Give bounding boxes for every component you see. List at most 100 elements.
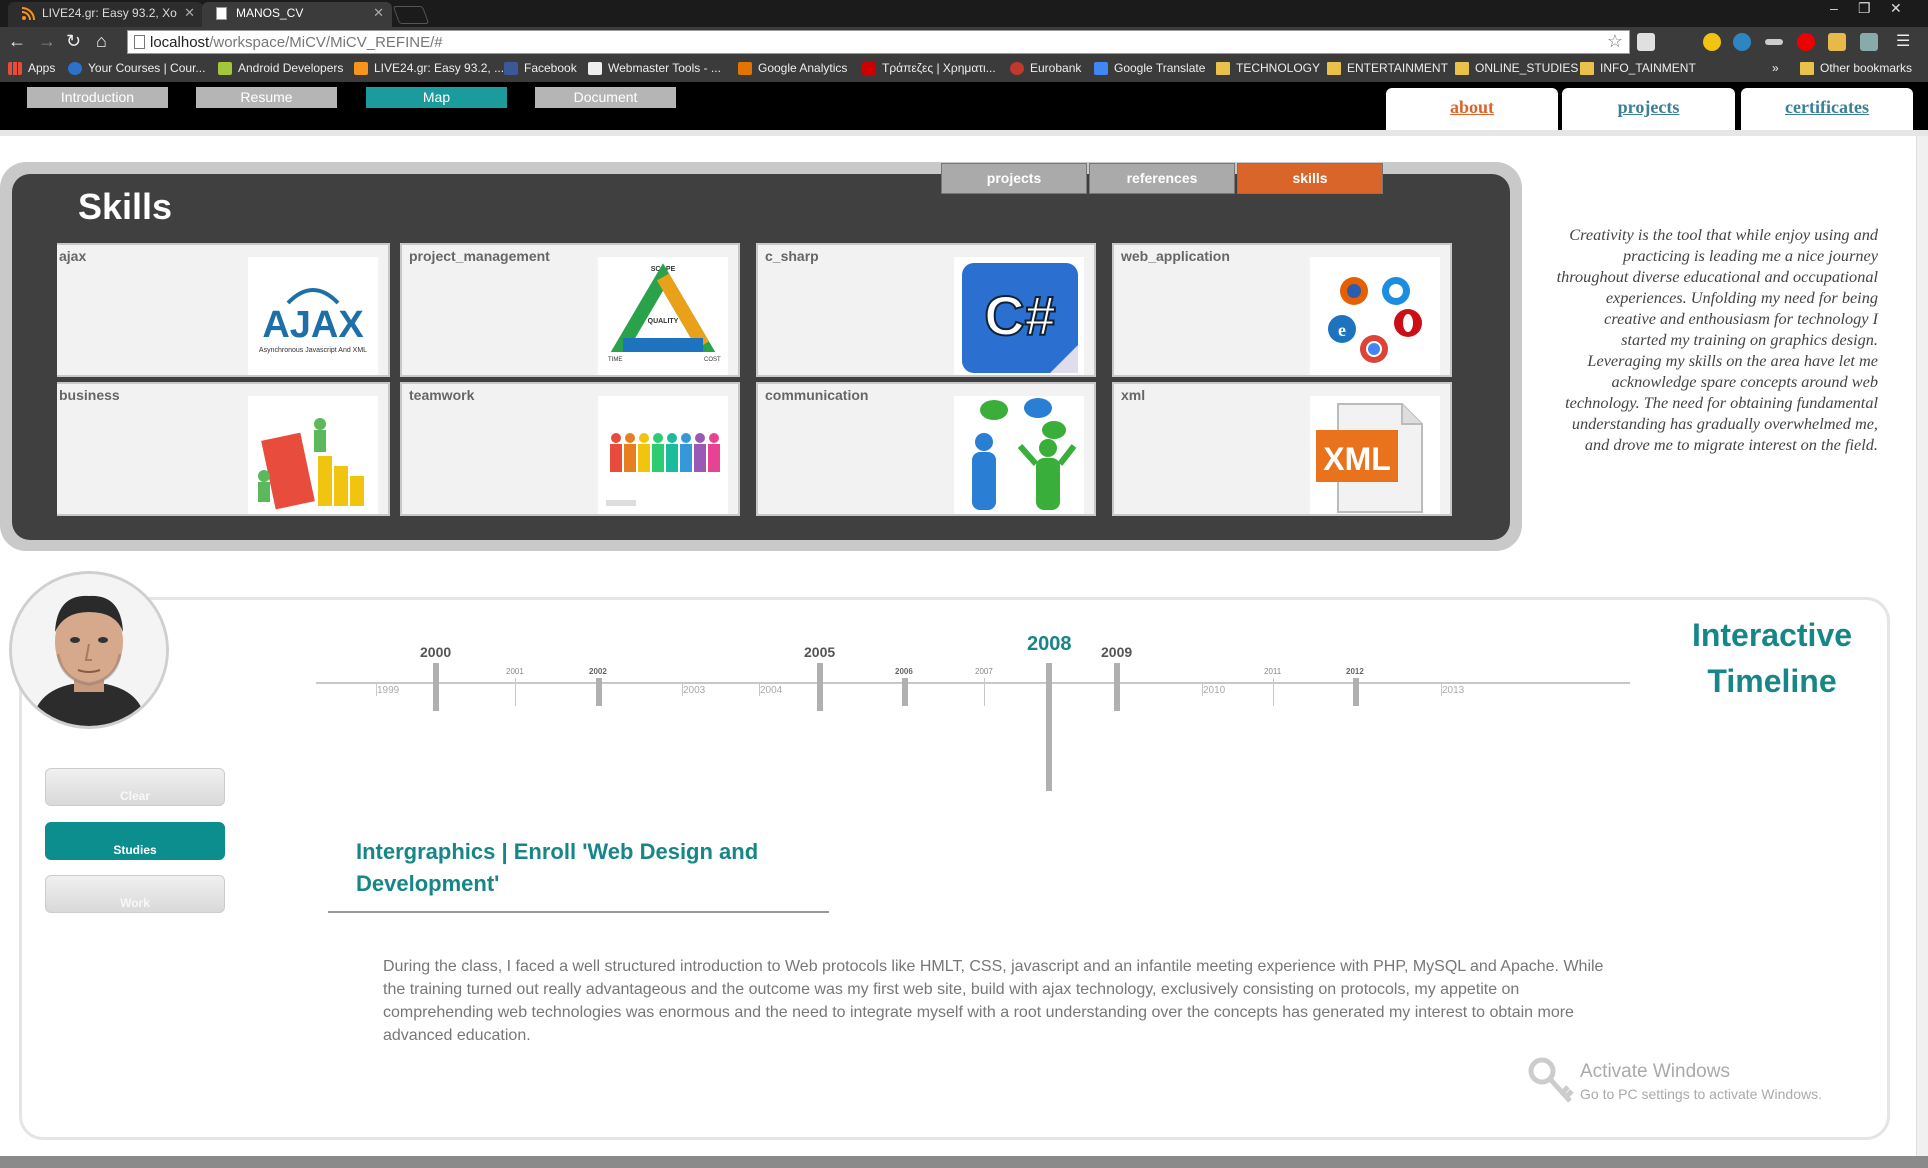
timeline-mark	[817, 663, 823, 711]
tab-references[interactable]: references	[1089, 163, 1235, 194]
timeline-mark	[433, 663, 439, 711]
nav-about[interactable]: about	[1386, 88, 1558, 130]
menu-icon[interactable]: ☰	[1896, 31, 1910, 51]
svg-text:AJAX: AJAX	[262, 304, 364, 346]
timeline-mark	[596, 678, 602, 706]
timeline-year-label: 2009	[1101, 644, 1133, 660]
skill-label: xml	[1121, 387, 1146, 403]
tab-projects[interactable]: projects	[941, 163, 1087, 194]
event-description: During the class, I faced a well structu…	[383, 958, 1604, 1044]
timeline-year-label: 2010	[1203, 685, 1226, 696]
studies-button[interactable]: Studies	[45, 822, 225, 860]
bookmark-facebook[interactable]: Facebook	[504, 61, 577, 75]
nav-map[interactable]: Map	[366, 87, 507, 108]
forward-icon[interactable]: →	[38, 31, 56, 52]
timeline-year-label: 2001	[506, 667, 524, 676]
bookmark-android[interactable]: Android Developers	[218, 61, 343, 75]
bookmark-folder-other[interactable]: Other bookmarks	[1800, 61, 1912, 75]
skill-card-web-application[interactable]: web_application e	[1112, 243, 1452, 377]
skills-title: Skills	[78, 186, 173, 227]
reload-icon[interactable]: ↻	[66, 31, 81, 52]
browser-tab-label: LIVE24.gr: Easy 93.2, Xo	[42, 6, 177, 20]
skill-label: communication	[765, 387, 869, 403]
bookmark-eurobank[interactable]: Eurobank	[1010, 61, 1081, 75]
bookmark-translate[interactable]: Google Translate	[1094, 61, 1205, 75]
close-tab-icon[interactable]: ✕	[373, 5, 384, 21]
svg-text:C#: C#	[984, 284, 1056, 347]
bookmark-analytics[interactable]: Google Analytics	[738, 61, 847, 75]
xml-file-icon: XML	[1310, 396, 1440, 514]
profile-avatar	[9, 571, 169, 729]
ajax-logo-icon: AJAX Asynchronous Javascript And XML	[248, 257, 378, 375]
timeline-title: Interactive Timeline	[1691, 617, 1853, 699]
screen: LIVE24.gr: Easy 93.2, Xo ✕ MANOS_CV ✕ ‒ …	[0, 0, 1928, 1168]
bookmark-coursera[interactable]: Your Courses | Cour...	[68, 61, 205, 75]
restore-icon[interactable]: ❐	[1858, 0, 1871, 17]
timeline-mark	[902, 678, 908, 706]
timeline-year-label: 2000	[420, 644, 452, 660]
bookmark-webmaster[interactable]: Webmaster Tools - ...	[588, 61, 721, 75]
timeline-year-label: 2006	[895, 667, 913, 676]
bookmark-apps[interactable]: Apps	[8, 61, 55, 75]
nav-introduction[interactable]: Introduction	[27, 87, 168, 108]
skill-card-communication[interactable]: communication	[756, 382, 1096, 516]
timeline-mark	[1114, 663, 1120, 711]
nav-certificates[interactable]: certificates	[1741, 88, 1913, 130]
bookmark-folder-infotainment[interactable]: INFO_TAINMENT	[1580, 61, 1696, 75]
bookmarks-bar: Apps Your Courses | Cour... Android Deve…	[0, 58, 1928, 82]
creativity-quote: Creativity is the tool that while enjoy …	[1556, 225, 1878, 454]
skill-card-ajax[interactable]: ajax AJAX Asynchronous Javascript And XM…	[57, 243, 390, 377]
minimize-icon[interactable]: ‒	[1830, 0, 1838, 16]
bookmark-star-icon[interactable]: ☆	[1607, 31, 1623, 52]
work-button[interactable]: Work	[45, 875, 225, 913]
address-bar[interactable]: localhost/workspace/MiCV/MiCV_REFINE/# ☆	[127, 30, 1630, 54]
teamwork-people-icon	[598, 396, 728, 514]
key-icon	[1528, 1055, 1574, 1110]
event-title: Intergraphics | Enroll 'Web Design and D…	[356, 839, 759, 896]
nav-resume[interactable]: Resume	[196, 87, 337, 108]
back-icon[interactable]: ←	[8, 31, 26, 52]
svg-text:TIME: TIME	[608, 357, 622, 363]
page-scrollbar[interactable]	[1916, 136, 1928, 1156]
rss-icon	[21, 7, 35, 21]
skill-card-business[interactable]: business	[57, 382, 390, 516]
site-header: Introduction Resume Map Document about p…	[0, 82, 1928, 130]
extension-new-icon[interactable]	[1637, 33, 1655, 51]
browser-tab-manos-cv[interactable]: MANOS_CV ✕	[202, 2, 392, 27]
bookmark-banks[interactable]: Τράπεζες | Χρηματι...	[862, 61, 996, 75]
nav-projects[interactable]: projects	[1562, 88, 1735, 130]
project-management-triangle-icon: SCOPE QUALITY TIME COST	[598, 257, 728, 375]
skill-card-xml[interactable]: xml XML	[1112, 382, 1452, 516]
extension-gray-icon[interactable]	[1765, 39, 1783, 45]
bookmark-folder-technology[interactable]: TECHNOLOGY	[1216, 61, 1320, 75]
skill-card-c-sharp[interactable]: c_sharp C#	[756, 243, 1096, 377]
clear-button[interactable]: Clear	[45, 768, 225, 806]
extension-bulb-icon[interactable]	[1703, 33, 1721, 51]
skill-card-project-management[interactable]: project_management SCOPE QUALITY TIME CO…	[400, 243, 740, 377]
extension-print-icon[interactable]	[1860, 33, 1878, 51]
close-tab-icon[interactable]: ✕	[184, 5, 195, 21]
business-blocks-icon	[248, 396, 378, 514]
bookmark-live24[interactable]: LIVE24.gr: Easy 93.2, ...	[354, 61, 504, 75]
extension-audio-icon[interactable]	[1828, 33, 1846, 51]
new-tab-button[interactable]	[392, 6, 430, 24]
close-window-icon[interactable]: ✕	[1890, 0, 1902, 17]
communication-people-icon	[954, 396, 1084, 514]
timeline-mark	[984, 678, 985, 706]
browser-tab-label: MANOS_CV	[236, 6, 304, 20]
browser-tab-live24[interactable]: LIVE24.gr: Easy 93.2, Xo ✕	[8, 2, 203, 27]
svg-text:QUALITY: QUALITY	[648, 318, 679, 325]
extension-blue-icon[interactable]	[1733, 33, 1751, 51]
timeline-mark	[1273, 678, 1274, 706]
bookmark-folder-online-studies[interactable]: ONLINE_STUDIES	[1455, 61, 1578, 75]
skill-card-teamwork[interactable]: teamwork	[400, 382, 740, 516]
timeline-mark	[1353, 678, 1359, 706]
home-icon[interactable]: ⌂	[96, 31, 107, 52]
nav-document[interactable]: Document	[535, 87, 676, 108]
bookmarks-overflow-icon[interactable]: »	[1772, 61, 1779, 75]
tab-skills[interactable]: skills	[1237, 163, 1383, 194]
bookmark-folder-entertainment[interactable]: ENTERTAINMENT	[1327, 61, 1448, 75]
browser-toolbar: ← → ↻ ⌂ localhost/workspace/MiCV/MiCV_RE…	[0, 27, 1928, 58]
extension-record-icon[interactable]	[1797, 33, 1815, 51]
timeline-year-label: 2013	[1442, 685, 1465, 696]
